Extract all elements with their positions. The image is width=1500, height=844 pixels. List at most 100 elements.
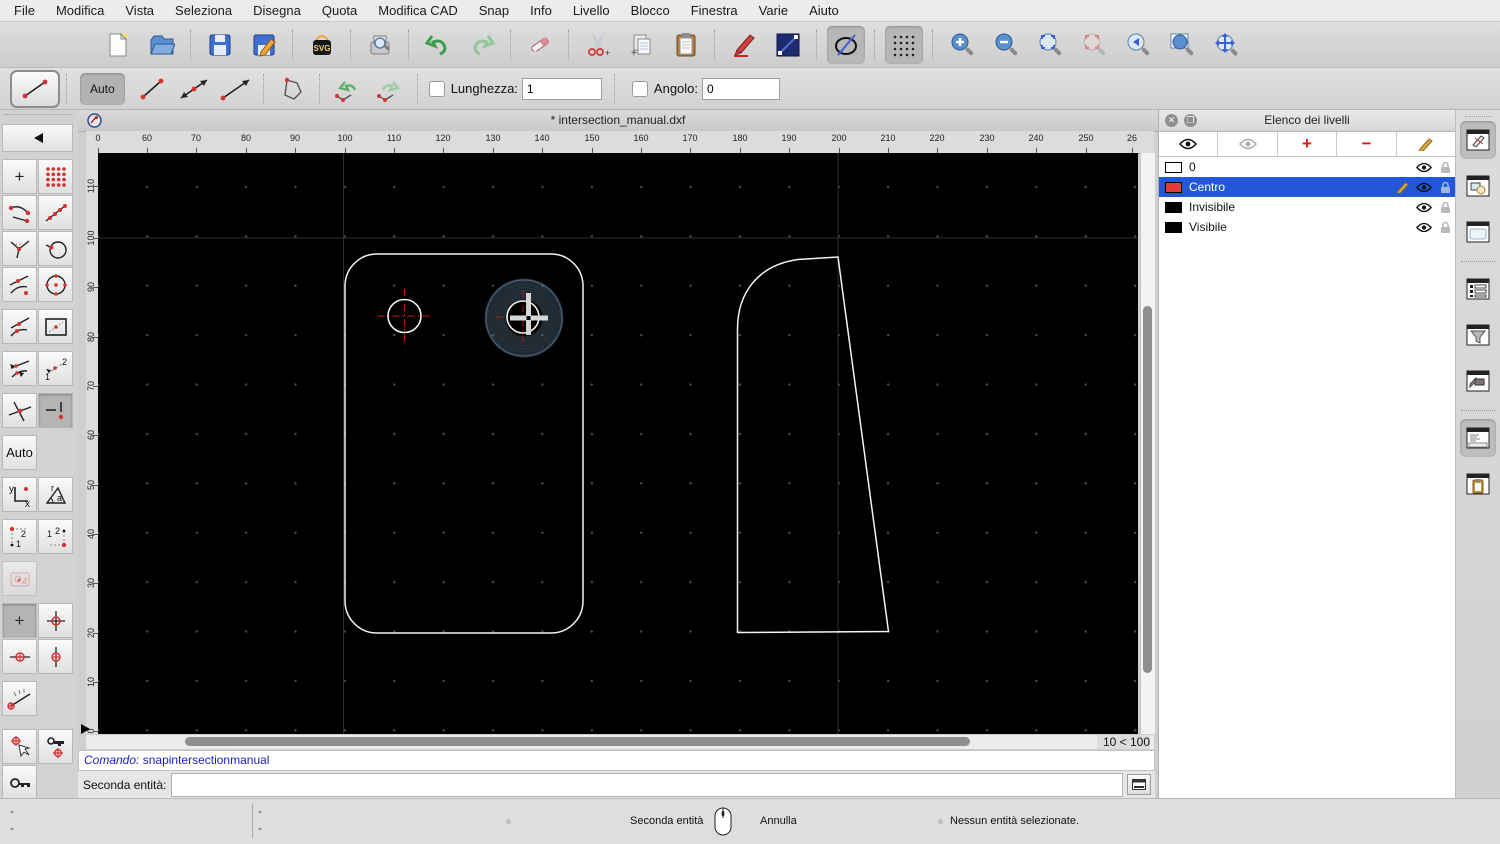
layer-lock-icon[interactable] [1440,221,1451,234]
menu-item[interactable]: Vista [125,3,154,18]
dock-clipboard-button[interactable] [1460,465,1496,503]
layer-lock-icon[interactable] [1440,181,1451,194]
new-file-button[interactable] [99,26,137,64]
cut-button[interactable]: + [579,26,617,64]
lock-relative-zero-button[interactable] [38,729,73,764]
save-button[interactable] [201,26,239,64]
menu-item[interactable]: Disegna [253,3,301,18]
layer-color-swatch[interactable] [1165,201,1182,213]
remove-layer-button[interactable]: − [1337,132,1397,156]
menu-item[interactable]: Snap [479,3,509,18]
menu-item[interactable]: Finestra [691,3,738,18]
snap-center-button[interactable] [38,267,73,302]
corner-coordinate-2-button[interactable]: 12 [38,519,73,554]
layer-edit-icon[interactable] [1396,181,1410,193]
layer-visibility-icon[interactable] [1416,222,1432,233]
edit-layer-button[interactable] [1397,132,1455,156]
lock-zero-button[interactable] [2,765,37,800]
restrict-nothing-button[interactable]: + [2,603,37,638]
snap-free-button[interactable]: + [2,159,37,194]
line-angle-both-button[interactable] [174,72,214,106]
drawing-window-titlebar[interactable]: * intersection_manual.dxf [78,110,1158,132]
zoom-window-button[interactable] [1163,26,1201,64]
grid-toggle-button[interactable] [885,25,923,64]
dock-command-widget-button[interactable] [1460,419,1496,457]
zoom-selection-button[interactable] [1075,26,1113,64]
snap-auto-button[interactable]: Auto [2,435,37,470]
dock-block-list-button[interactable] [1460,167,1496,205]
zoom-auto-button[interactable] [1031,26,1069,64]
print-preview-button[interactable] [361,26,399,64]
back-button[interactable] [2,124,73,152]
menu-item[interactable]: Quota [322,3,357,18]
command-input[interactable] [171,772,1123,797]
pan-button[interactable] [1207,26,1245,64]
ellipse-tool-button[interactable] [827,25,865,64]
menu-item[interactable]: Blocco [631,3,670,18]
restrict-orthogonal-button[interactable] [38,603,73,638]
angle-gauge-button[interactable] [2,681,37,716]
line-angle-button[interactable] [216,72,256,106]
menu-item[interactable]: Livello [573,3,610,18]
copy-button[interactable]: + [623,26,661,64]
current-tool-line-button[interactable] [10,69,60,108]
restrict-vertical-button[interactable] [38,639,73,674]
keyboard-toggle-button[interactable] [1127,774,1151,795]
menu-item[interactable]: Seleziona [175,3,232,18]
zoom-previous-button[interactable] [1119,26,1157,64]
angle-input[interactable] [702,77,781,100]
snap-on-entity-button[interactable] [38,195,73,230]
layer-row[interactable]: Invisibile [1159,197,1455,217]
vertical-scrollbar-thumb[interactable] [1143,306,1152,673]
snap-grid-button[interactable] [38,159,73,194]
layer-color-swatch[interactable] [1165,221,1182,233]
layer-color-swatch[interactable] [1165,181,1182,193]
redo-segment-button[interactable] [370,72,410,106]
snap-nearest-button[interactable] [2,309,37,344]
snap-endpoints-button[interactable] [2,195,37,230]
snap-tangent-button[interactable] [38,231,73,266]
layer-row[interactable]: 0 [1159,157,1455,177]
open-file-button[interactable] [143,26,181,64]
length-input[interactable] [521,77,602,100]
set-relative-zero-button[interactable] [2,729,37,764]
line-attributes-button[interactable] [769,26,807,64]
dock-filter-button[interactable] [1460,316,1496,354]
save-as-button[interactable] [245,26,283,64]
snap-perpendicular-button[interactable] [2,231,37,266]
snap-intersection-button[interactable] [2,393,37,428]
coordinate-cartesian-button[interactable]: yx [2,477,37,512]
undo-button[interactable] [419,26,457,64]
snap-restrict-box-button[interactable] [38,309,73,344]
coordinate-polar-button[interactable]: ra [38,477,73,512]
layer-lock-icon[interactable] [1440,201,1451,214]
snap-distance-button[interactable]: 12 [38,351,73,386]
layer-panel-close-button[interactable]: ✕ [1165,114,1178,127]
dock-entity-list-button[interactable] [1460,270,1496,308]
show-all-layers-button[interactable] [1159,132,1219,156]
menu-item[interactable]: Aiuto [809,3,839,18]
undo-segment-button[interactable] [328,72,368,106]
delete-button[interactable] [521,26,559,64]
horizontal-scrollbar-thumb[interactable] [185,737,970,746]
layer-row[interactable]: Visibile [1159,217,1455,237]
hide-all-layers-button[interactable] [1218,132,1278,156]
zoom-out-button[interactable] [987,26,1025,64]
layer-panel-float-button[interactable]: ❐ [1184,114,1197,127]
layer-lock-icon[interactable] [1440,161,1451,174]
menu-item[interactable]: Modifica CAD [378,3,457,18]
paste-button[interactable] [667,26,705,64]
line-auto-mode-button[interactable]: Auto [80,72,125,105]
menu-item[interactable]: Varie [759,3,788,18]
layer-visibility-icon[interactable] [1416,202,1432,213]
menu-item[interactable]: File [14,3,35,18]
dock-section-view-button[interactable] [1460,362,1496,400]
pen-edit-button[interactable] [725,26,763,64]
snap-auto-entities-button[interactable] [2,351,37,386]
menu-item[interactable]: Info [530,3,552,18]
vertical-scrollbar[interactable] [1140,153,1155,734]
layer-visibility-icon[interactable] [1416,182,1432,193]
redo-button[interactable] [463,26,501,64]
add-layer-button[interactable]: + [1278,132,1338,156]
dock-layer-list-button[interactable] [1460,121,1496,159]
